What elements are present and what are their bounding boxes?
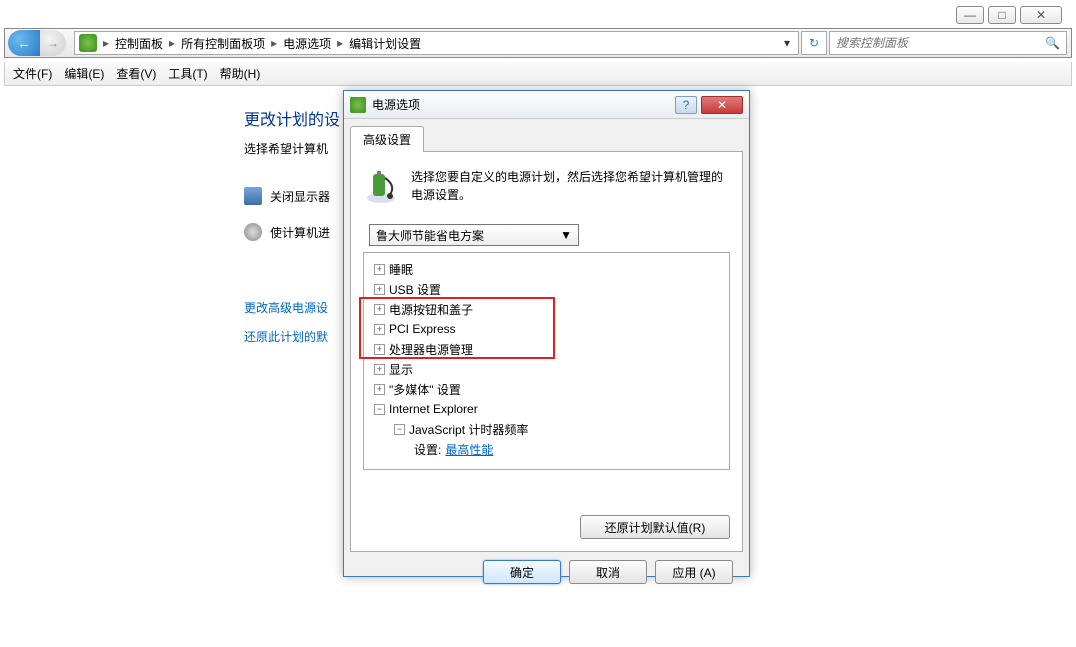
expand-icon[interactable]: + <box>374 284 385 295</box>
maximize-button[interactable]: □ <box>988 6 1016 24</box>
setting-value[interactable]: 最高性能 <box>445 441 493 458</box>
setting-label: 设置: <box>414 441 441 458</box>
breadcrumb-item[interactable]: 电源选项 <box>279 35 335 52</box>
power-icon <box>350 97 366 113</box>
control-panel-icon <box>79 34 97 52</box>
battery-plan-icon <box>363 168 399 204</box>
tree-node-power-button[interactable]: +电源按钮和盖子 <box>368 299 725 319</box>
minimize-button[interactable]: — <box>956 6 984 24</box>
sleep-icon <box>244 223 262 241</box>
dialog-close-button[interactable]: ✕ <box>701 96 743 114</box>
tree-node-display[interactable]: +显示 <box>368 359 725 379</box>
breadcrumb-item[interactable]: 编辑计划设置 <box>345 35 425 52</box>
menu-tools[interactable]: 工具(T) <box>168 65 207 82</box>
tree-node-media[interactable]: +"多媒体" 设置 <box>368 379 725 399</box>
expand-icon[interactable]: + <box>374 344 385 355</box>
dialog-cancel-button[interactable]: 取消 <box>569 560 647 584</box>
dialog-title: 电源选项 <box>372 96 675 113</box>
menu-help[interactable]: 帮助(H) <box>220 65 261 82</box>
search-box[interactable]: 🔍 <box>829 31 1067 55</box>
search-input[interactable] <box>836 36 1045 50</box>
breadcrumb-dropdown-icon[interactable]: ▾ <box>780 36 794 50</box>
chevron-right-icon: ▸ <box>269 36 279 50</box>
apply-button[interactable]: 应用 (A) <box>655 560 733 584</box>
expand-icon[interactable]: + <box>374 304 385 315</box>
chevron-right-icon: ▸ <box>335 36 345 50</box>
chevron-right-icon: ▸ <box>167 36 177 50</box>
tree-node-sleep[interactable]: +睡眠 <box>368 259 725 279</box>
dialog-title-bar[interactable]: 电源选项 ? ✕ <box>344 91 749 119</box>
restore-defaults-button[interactable]: 还原计划默认值(R) <box>580 515 730 539</box>
ok-button[interactable]: 确定 <box>483 560 561 584</box>
tree-node-pci[interactable]: +PCI Express <box>368 319 725 339</box>
option-monitor: 关闭显示器 <box>270 188 330 205</box>
tree-node-ie[interactable]: −Internet Explorer <box>368 399 725 419</box>
monitor-icon <box>244 187 262 205</box>
help-button[interactable]: ? <box>675 96 697 114</box>
refresh-button[interactable]: ↻ <box>801 31 827 55</box>
breadcrumb[interactable]: ▸ 控制面板 ▸ 所有控制面板项 ▸ 电源选项 ▸ 编辑计划设置 ▾ <box>74 31 799 55</box>
tree-node-cpu[interactable]: +处理器电源管理 <box>368 339 725 359</box>
power-options-dialog: 电源选项 ? ✕ 高级设置 选择您要自定义的电源计划，然后选择您希望计算机管理的… <box>343 90 750 577</box>
tree-node-js-timer[interactable]: −JavaScript 计时器频率 <box>368 419 725 439</box>
breadcrumb-item[interactable]: 控制面板 <box>111 35 167 52</box>
option-sleep: 使计算机进 <box>270 224 330 241</box>
expand-icon[interactable]: + <box>374 364 385 375</box>
menu-edit[interactable]: 编辑(E) <box>64 65 104 82</box>
menu-file[interactable]: 文件(F) <box>13 65 52 82</box>
collapse-icon[interactable]: − <box>374 404 385 415</box>
settings-tree[interactable]: +睡眠 +USB 设置 +电源按钮和盖子 +PCI Express +处理器电源… <box>363 252 730 470</box>
chevron-right-icon: ▸ <box>101 36 111 50</box>
tree-node-setting[interactable]: 设置: 最高性能 <box>368 439 725 459</box>
breadcrumb-item[interactable]: 所有控制面板项 <box>177 35 269 52</box>
dialog-description: 选择您要自定义的电源计划，然后选择您希望计算机管理的电源设置。 <box>411 168 730 204</box>
close-button[interactable]: ✕ <box>1020 6 1062 24</box>
dropdown-icon: ▼ <box>560 228 572 242</box>
nav-back-button[interactable]: ← <box>8 30 40 56</box>
address-bar: ← → ▸ 控制面板 ▸ 所有控制面板项 ▸ 电源选项 ▸ 编辑计划设置 ▾ ↻… <box>4 28 1072 58</box>
menu-bar: 文件(F) 编辑(E) 查看(V) 工具(T) 帮助(H) <box>4 62 1072 86</box>
collapse-icon[interactable]: − <box>394 424 405 435</box>
menu-view[interactable]: 查看(V) <box>116 65 156 82</box>
nav-forward-button[interactable]: → <box>40 30 66 56</box>
expand-icon[interactable]: + <box>374 384 385 395</box>
tab-advanced[interactable]: 高级设置 <box>350 126 424 152</box>
power-plan-value: 鲁大师节能省电方案 <box>376 227 560 244</box>
expand-icon[interactable]: + <box>374 264 385 275</box>
power-plan-select[interactable]: 鲁大师节能省电方案 ▼ <box>369 224 579 246</box>
search-icon[interactable]: 🔍 <box>1045 36 1060 50</box>
expand-icon[interactable]: + <box>374 324 385 335</box>
tree-node-usb[interactable]: +USB 设置 <box>368 279 725 299</box>
